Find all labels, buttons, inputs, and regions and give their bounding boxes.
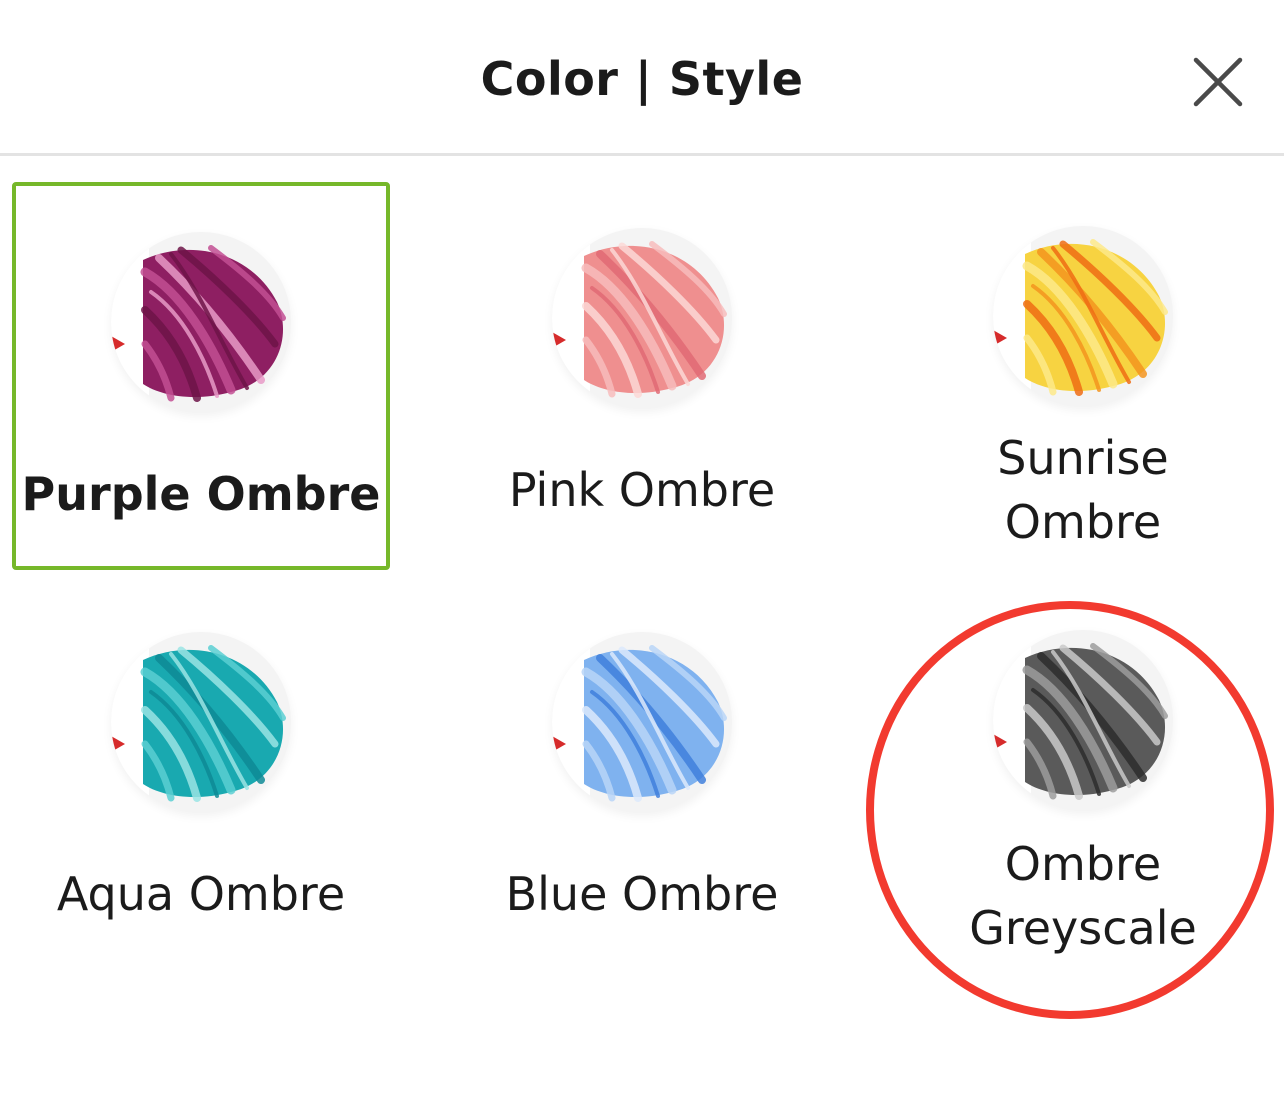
swatch-purple-ombre[interactable]: Purple Ombre bbox=[12, 182, 390, 570]
swatch-blue-ombre[interactable]: Blue Ombre bbox=[453, 588, 831, 976]
yarn-ball-icon bbox=[111, 232, 286, 412]
yarn-thumbnail bbox=[552, 632, 732, 812]
swatch-label: Purple Ombre bbox=[21, 467, 381, 521]
yarn-ball-icon bbox=[993, 226, 1168, 406]
swatch-label: Sunrise Ombre bbox=[997, 431, 1169, 549]
swatch-label: Aqua Ombre bbox=[56, 867, 346, 921]
modal-header: Color | Style bbox=[0, 0, 1284, 156]
yarn-thumbnail bbox=[552, 228, 732, 408]
yarn-thumbnail bbox=[993, 630, 1173, 810]
yarn-ball-icon bbox=[993, 630, 1168, 810]
swatch-pink-ombre[interactable]: Pink Ombre bbox=[453, 182, 831, 570]
swatch-label: Ombre Greyscale bbox=[969, 837, 1197, 955]
close-button[interactable] bbox=[1192, 56, 1244, 108]
swatch-aqua-ombre[interactable]: Aqua Ombre bbox=[12, 588, 390, 976]
yarn-thumbnail bbox=[111, 632, 291, 812]
yarn-thumbnail bbox=[111, 232, 291, 412]
swatch-ombre-greyscale[interactable]: Ombre Greyscale bbox=[894, 588, 1272, 976]
close-icon bbox=[1193, 57, 1243, 107]
yarn-thumbnail bbox=[993, 226, 1173, 406]
yarn-ball-icon bbox=[552, 632, 727, 812]
swatch-label: Blue Ombre bbox=[505, 867, 779, 921]
swatch-label: Pink Ombre bbox=[508, 463, 776, 517]
swatch-sunrise-ombre[interactable]: Sunrise Ombre bbox=[894, 182, 1272, 570]
page-title: Color | Style bbox=[480, 52, 804, 106]
yarn-ball-icon bbox=[552, 228, 727, 408]
yarn-ball-icon bbox=[111, 632, 286, 812]
